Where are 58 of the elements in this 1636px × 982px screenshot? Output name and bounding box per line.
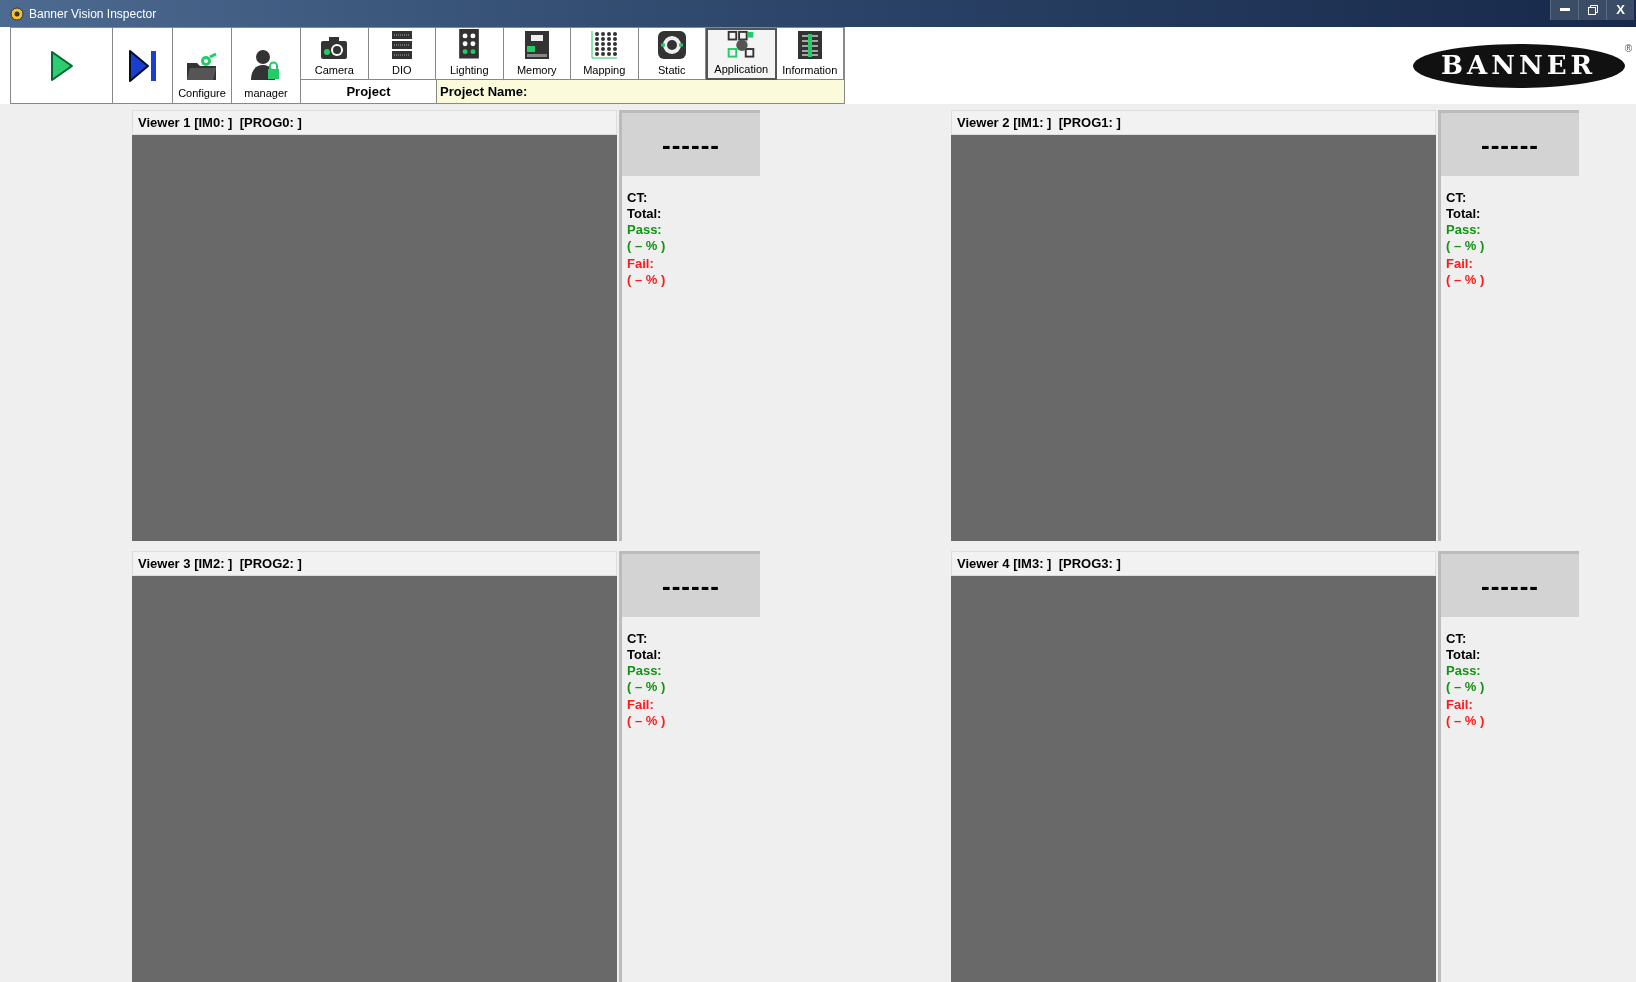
pass-percent: ( – % ) (627, 679, 667, 695)
restore-icon (1587, 5, 1598, 15)
result-display: ------ (662, 131, 720, 158)
toolbar-button[interactable]: Information (776, 28, 844, 80)
configure-button[interactable]: Configure (173, 28, 232, 103)
total-label: Total: (1446, 647, 1482, 663)
minimize-icon (1559, 8, 1570, 12)
registered-mark: ® (1624, 43, 1632, 54)
fail-percent: ( – % ) (627, 713, 667, 729)
toolbar-button[interactable]: Application (706, 28, 777, 80)
pass-label: Pass: (1446, 222, 1482, 238)
fail-percent: ( – % ) (627, 272, 667, 288)
cycle-time-label: CT: (627, 631, 649, 647)
toolbar-button[interactable]: DIO (368, 28, 436, 80)
pass-percent: ( – % ) (1446, 238, 1486, 254)
fail-percent: ( – % ) (1446, 713, 1486, 729)
hard-drive-icon (523, 29, 550, 60)
cycle-time-label: CT: (1446, 631, 1468, 647)
user-lock-icon (251, 48, 281, 81)
brand-logo: BANNER (1412, 43, 1625, 88)
pass-label: Pass: (1446, 663, 1482, 679)
pass-label: Pass: (627, 222, 663, 238)
blocks-gear-icon (726, 30, 757, 59)
toolbar-button[interactable]: Memory (503, 28, 571, 80)
toolbar-button[interactable]: Camera (301, 28, 369, 80)
camera-icon (320, 35, 349, 60)
dot-grid-icon (590, 29, 619, 60)
app-logo-icon (10, 6, 24, 21)
play-icon (49, 49, 74, 82)
viewer-title: Viewer 4 [IM3: ] [PROG3: ] (951, 551, 1436, 576)
cycle-time-label: CT: (627, 190, 649, 206)
pass-percent: ( – % ) (1446, 679, 1486, 695)
total-label: Total: (627, 206, 663, 222)
fail-percent: ( – % ) (1446, 272, 1486, 288)
fail-label: Fail: (1446, 697, 1474, 713)
gear-icon (656, 29, 687, 60)
result-display: ------ (1481, 572, 1539, 599)
step-icon (127, 48, 158, 83)
total-label: Total: (1446, 206, 1482, 222)
window-title: Banner Vision Inspector (29, 5, 157, 23)
info-panel-icon (796, 29, 823, 60)
cycle-time-label: CT: (1446, 190, 1468, 206)
viewer-title: Viewer 1 [IM0: ] [PROG0: ] (132, 110, 617, 135)
manager-button[interactable]: manager (232, 28, 301, 103)
fail-label: Fail: (627, 697, 655, 713)
toolbar-button[interactable]: Lighting (436, 28, 504, 80)
fail-label: Fail: (627, 256, 655, 272)
project-name-field[interactable]: Project Name: (437, 80, 844, 103)
total-label: Total: (627, 647, 663, 663)
fail-label: Fail: (1446, 256, 1474, 272)
server-rack-icon (390, 29, 413, 60)
pass-percent: ( – % ) (627, 238, 667, 254)
viewer-title: Viewer 2 [IM1: ] [PROG1: ] (951, 110, 1436, 135)
viewer-title: Viewer 3 [IM2: ] [PROG2: ] (132, 551, 617, 576)
folder-gear-icon (186, 52, 218, 81)
result-display: ------ (662, 572, 720, 599)
pass-label: Pass: (627, 663, 663, 679)
result-display: ------ (1481, 131, 1539, 158)
